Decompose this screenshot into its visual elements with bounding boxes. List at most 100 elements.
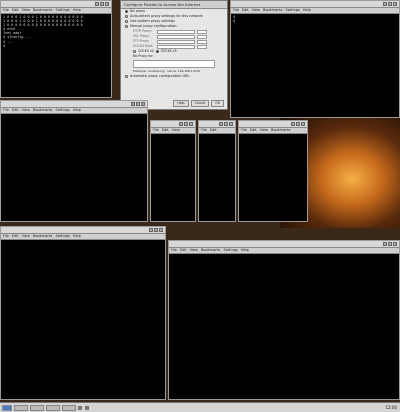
terminal-window-5[interactable]: File Edit — [198, 120, 236, 222]
terminal-output[interactable] — [1, 114, 147, 116]
terminal-window-2[interactable]: File Edit View Bookmarks Settings Help $ $ — [230, 0, 400, 118]
titlebar[interactable] — [231, 1, 399, 8]
tray-icon[interactable] — [78, 405, 82, 410]
close-icon[interactable] — [159, 228, 163, 232]
radio-icon[interactable] — [133, 50, 136, 53]
terminal-output[interactable]: $ $ — [231, 14, 399, 24]
menu-help[interactable]: Help — [73, 234, 81, 239]
titlebar[interactable] — [199, 121, 235, 128]
menu-bookmarks[interactable]: Bookmarks — [271, 128, 291, 133]
terminal-window-6[interactable]: File Edit View Bookmarks — [238, 120, 308, 222]
terminal-window-7[interactable]: File Edit View Bookmarks Settings Help — [0, 226, 166, 400]
terminal-output[interactable] — [239, 134, 307, 136]
menu-edit[interactable]: Edit — [242, 8, 249, 13]
menu-edit[interactable]: Edit — [180, 248, 187, 253]
terminal-window-8[interactable]: File Edit View Bookmarks Settings Help — [168, 240, 400, 400]
minimize-icon[interactable] — [95, 2, 99, 6]
minimize-icon[interactable] — [383, 242, 387, 246]
ok-button[interactable]: OK — [211, 100, 224, 107]
taskbar-item[interactable] — [30, 404, 44, 411]
menu-bookmarks[interactable]: Bookmarks — [201, 248, 221, 253]
menu-file[interactable]: File — [153, 128, 159, 133]
menu-view[interactable]: View — [190, 248, 198, 253]
titlebar[interactable] — [1, 1, 111, 8]
help-button[interactable]: Help — [173, 100, 189, 107]
menu-file[interactable]: File — [241, 128, 247, 133]
menu-help[interactable]: Help — [303, 8, 311, 13]
terminal-window-1[interactable]: File Edit View Bookmarks Settings Help 1 0 0 … — [0, 0, 112, 98]
menu-bookmarks[interactable]: Bookmarks — [33, 8, 53, 13]
menu-help[interactable]: Help — [73, 8, 81, 13]
menu-bookmarks[interactable]: Bookmarks — [263, 8, 283, 13]
taskbar-item[interactable] — [46, 404, 60, 411]
terminal-window-4[interactable]: File Edit View — [150, 120, 196, 222]
menu-help[interactable]: Help — [241, 248, 249, 253]
taskbar-item[interactable] — [62, 404, 76, 411]
no-proxy-textarea[interactable] — [133, 60, 215, 68]
socks-port-input[interactable] — [197, 44, 207, 49]
menu-settings[interactable]: Settings — [56, 108, 70, 113]
titlebar[interactable] — [169, 241, 399, 248]
radio-icon[interactable] — [155, 50, 159, 53]
menu-view[interactable]: View — [22, 108, 30, 113]
minimize-icon[interactable] — [291, 122, 295, 126]
menu-file[interactable]: File — [3, 8, 9, 13]
ftp-port-input[interactable] — [197, 39, 207, 44]
maximize-icon[interactable] — [388, 242, 392, 246]
menu-view[interactable]: View — [252, 8, 260, 13]
menu-file[interactable]: File — [3, 108, 9, 113]
close-icon[interactable] — [189, 122, 193, 126]
close-icon[interactable] — [141, 102, 145, 106]
menu-view[interactable]: View — [260, 128, 268, 133]
terminal-output[interactable] — [199, 134, 235, 136]
menu-file[interactable]: File — [3, 234, 9, 239]
menu-file[interactable]: File — [171, 248, 177, 253]
tray-icon[interactable] — [85, 405, 89, 410]
radio-icon[interactable] — [125, 15, 128, 18]
menu-bookmarks[interactable]: Bookmarks — [33, 234, 53, 239]
ftp-proxy-input[interactable] — [157, 39, 195, 44]
menu-view[interactable]: View — [172, 128, 180, 133]
http-port-input[interactable] — [197, 29, 207, 34]
socks-host-input[interactable] — [157, 44, 195, 49]
menu-edit[interactable]: Edit — [162, 128, 169, 133]
maximize-icon[interactable] — [100, 2, 104, 6]
menu-settings[interactable]: Settings — [286, 8, 300, 13]
ssl-proxy-input[interactable] — [157, 34, 195, 39]
terminal-output[interactable] — [1, 240, 165, 242]
titlebar[interactable] — [1, 227, 165, 234]
menu-edit[interactable]: Edit — [12, 108, 19, 113]
menu-settings[interactable]: Settings — [56, 234, 70, 239]
maximize-icon[interactable] — [296, 122, 300, 126]
close-icon[interactable] — [301, 122, 305, 126]
titlebar[interactable] — [151, 121, 195, 128]
close-icon[interactable] — [393, 242, 397, 246]
maximize-icon[interactable] — [388, 2, 392, 6]
menu-view[interactable]: View — [22, 8, 30, 13]
menu-file[interactable]: File — [201, 128, 207, 133]
menu-edit[interactable]: Edit — [210, 128, 217, 133]
ssl-port-input[interactable] — [197, 34, 207, 39]
menu-view[interactable]: View — [22, 234, 30, 239]
menu-bookmarks[interactable]: Bookmarks — [33, 108, 53, 113]
cancel-button[interactable]: Cancel — [190, 100, 210, 107]
terminal-output[interactable] — [169, 254, 399, 256]
maximize-icon[interactable] — [136, 102, 140, 106]
titlebar[interactable] — [239, 121, 307, 128]
terminal-output[interactable] — [151, 134, 195, 136]
minimize-icon[interactable] — [383, 2, 387, 6]
menu-edit[interactable]: Edit — [12, 234, 19, 239]
option-auto-config-url[interactable]: Automatic proxy configuration URL: — [121, 74, 227, 79]
maximize-icon[interactable] — [224, 122, 228, 126]
start-menu-button[interactable] — [2, 404, 12, 411]
menu-settings[interactable]: Settings — [56, 8, 70, 13]
maximize-icon[interactable] — [184, 122, 188, 126]
minimize-icon[interactable] — [149, 228, 153, 232]
close-icon[interactable] — [105, 2, 109, 6]
terminal-output[interactable]: 1 0 0 0 1 0 0 0 1 0 0 0 0 0 0 0 0 0 0 01… — [1, 14, 111, 49]
menu-settings[interactable]: Settings — [224, 248, 238, 253]
minimize-icon[interactable] — [219, 122, 223, 126]
radio-icon[interactable] — [125, 75, 128, 78]
http-proxy-input[interactable] — [157, 29, 195, 34]
close-icon[interactable] — [229, 122, 233, 126]
